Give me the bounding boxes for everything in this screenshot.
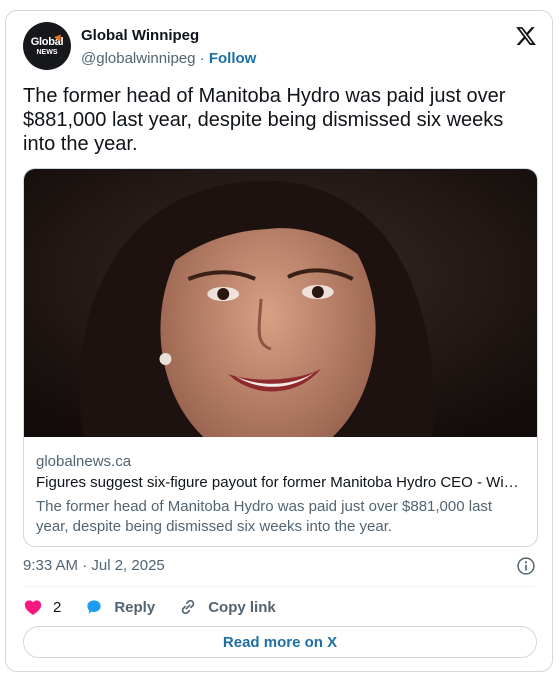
author-handle[interactable]: @globalwinnipeg (81, 50, 195, 67)
like-button[interactable]: 2 (23, 597, 61, 617)
link-description: The former head of Manitoba Hydro was pa… (36, 498, 493, 535)
follow-button[interactable]: Follow (209, 50, 257, 67)
copy-link-button[interactable]: Copy link (178, 597, 276, 617)
avatar[interactable]: Global NEWS (23, 22, 71, 70)
info-icon[interactable] (516, 556, 536, 576)
action-bar: 2 Reply Copy link (23, 596, 299, 618)
embedded-post: Global NEWS Global Winnipeg @globalwinni… (5, 10, 553, 672)
author-name[interactable]: Global Winnipeg (81, 27, 199, 44)
link-preview-card[interactable]: globalnews.ca Figures suggest six-figure… (23, 168, 538, 547)
separator: · (199, 50, 205, 67)
copy-link-label: Copy link (208, 598, 276, 616)
link-headline[interactable]: Figures suggest six-figure payout for fo… (36, 474, 526, 491)
reply-label: Reply (114, 598, 156, 616)
avatar-subword: NEWS (36, 48, 58, 56)
divider (23, 586, 535, 587)
like-count: 2 (53, 598, 62, 616)
link-domain: globalnews.ca (36, 453, 132, 470)
post-text: The former head of Manitoba Hydro was pa… (23, 85, 506, 155)
author-handle-row: @globalwinnipeg · Follow (81, 50, 256, 67)
portrait-photo (24, 169, 537, 437)
reply-button[interactable]: Reply (84, 597, 155, 617)
reply-bubble-icon (87, 600, 102, 614)
heart-icon (24, 600, 42, 615)
x-logo-icon[interactable] (515, 25, 537, 47)
read-more-button[interactable]: Read more on X (23, 626, 537, 658)
link-chain-icon (181, 599, 195, 615)
post-timestamp[interactable]: 9:33 AM · Jul 2, 2025 (23, 557, 165, 574)
